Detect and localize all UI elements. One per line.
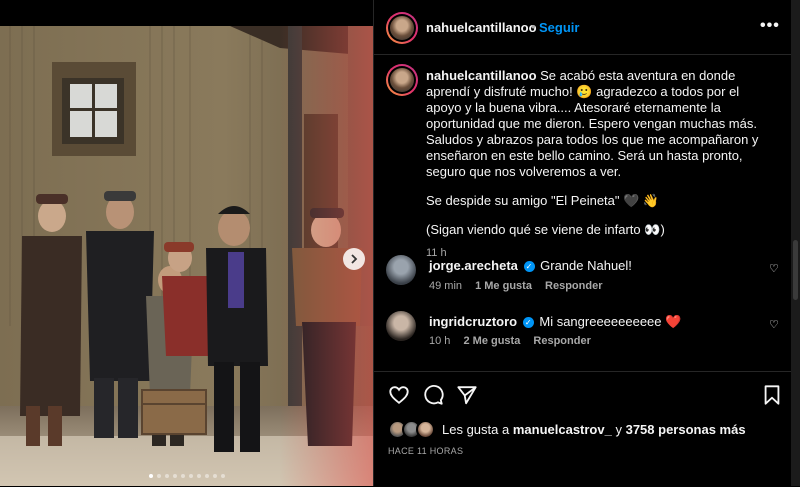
carousel-dot[interactable] xyxy=(164,474,169,478)
post-detail-panel: nahuelcantillanoo • Seguir ••• nahuelcan… xyxy=(373,0,792,486)
post-caption: nahuelcantillanoo Se acabó esta aventura… xyxy=(426,68,776,261)
post-header: nahuelcantillanoo • Seguir ••• xyxy=(374,0,792,55)
liker-avatar[interactable] xyxy=(416,420,435,439)
comment-text: Grande Nahuel! xyxy=(540,258,632,273)
verified-badge-icon: ✓ xyxy=(522,317,534,329)
comment-item: jorge.arecheta ✓ Grande Nahuel! xyxy=(429,258,632,273)
comment-reply-button[interactable]: Responder xyxy=(545,280,602,292)
comment-like-heart-icon[interactable]: ♡ xyxy=(769,262,779,275)
comment-reply-button[interactable]: Responder xyxy=(533,335,590,347)
comment-avatar[interactable] xyxy=(386,255,416,285)
comment-likes[interactable]: 2 Me gusta xyxy=(463,335,520,347)
more-options-icon[interactable]: ••• xyxy=(760,17,780,35)
comment-likes[interactable]: 1 Me gusta xyxy=(475,280,532,292)
likes-count[interactable]: 3758 personas más xyxy=(626,422,746,437)
share-icon[interactable] xyxy=(456,384,478,406)
post-actions: Les gusta a manuelcastrov_ y 3758 person… xyxy=(374,371,792,487)
comment-text: Mi sangreeeeeeeeee ❤️ xyxy=(539,314,682,329)
carousel-next-button[interactable] xyxy=(343,248,365,270)
carousel-dot[interactable] xyxy=(188,474,193,478)
caption-signoff: Se despide su amigo "El Peineta" 🖤 👋 xyxy=(426,193,660,208)
caption-avatar[interactable] xyxy=(386,64,418,96)
post-photo-illustration xyxy=(0,26,373,486)
carousel-dot[interactable] xyxy=(156,474,161,478)
caption-teaser: (Sigan viendo qué se viene de infarto 👀) xyxy=(426,222,665,237)
likes-user[interactable]: manuelcastrov_ xyxy=(513,422,612,437)
carousel-dot[interactable] xyxy=(196,474,201,478)
caption-text: Se acabó esta aventura en donde aprendí … xyxy=(426,68,759,179)
scrollbar-thumb[interactable] xyxy=(793,240,798,300)
carousel-dot[interactable] xyxy=(180,474,185,478)
likes-prefix: Les gusta a xyxy=(442,422,510,437)
carousel-dot[interactable] xyxy=(212,474,217,478)
comment-username[interactable]: jorge.arecheta xyxy=(429,258,518,273)
carousel-dot[interactable] xyxy=(172,474,177,478)
comment-item: ingridcruztoro ✓ Mi sangreeeeeeeeee ❤️ xyxy=(429,314,681,330)
author-username[interactable]: nahuelcantillanoo xyxy=(426,20,537,35)
carousel-dot[interactable] xyxy=(204,474,209,478)
author-avatar[interactable] xyxy=(386,12,418,44)
comment-avatar[interactable] xyxy=(386,311,416,341)
carousel-dot[interactable] xyxy=(148,474,153,478)
post-image[interactable] xyxy=(0,26,373,486)
follow-button[interactable]: Seguir xyxy=(539,20,579,35)
carousel-dot[interactable] xyxy=(220,474,225,478)
verified-badge-icon: ✓ xyxy=(523,261,535,273)
carousel-indicator xyxy=(0,474,373,478)
caption-username[interactable]: nahuelcantillanoo xyxy=(426,68,537,83)
likes-text[interactable]: Les gusta a manuelcastrov_ y 3758 person… xyxy=(442,422,746,437)
post-timestamp: HACE 11 HORAS xyxy=(388,446,464,456)
chevron-right-icon xyxy=(351,254,358,264)
likes-summary: Les gusta a manuelcastrov_ y 3758 person… xyxy=(388,420,746,439)
comment-username[interactable]: ingridcruztoro xyxy=(429,314,517,329)
comment-meta: 10 h 2 Me gusta Responder xyxy=(429,335,601,347)
separator-dot: • xyxy=(531,19,536,34)
comment-time: 10 h xyxy=(429,335,451,347)
comment-icon[interactable] xyxy=(422,384,444,406)
comment-like-heart-icon[interactable]: ♡ xyxy=(769,318,779,331)
likes-joiner: y xyxy=(615,422,622,437)
comment-meta: 49 min 1 Me gusta Responder xyxy=(429,280,612,292)
heart-icon[interactable] xyxy=(388,384,410,406)
bookmark-icon[interactable] xyxy=(762,384,782,406)
comment-time: 49 min xyxy=(429,280,463,292)
